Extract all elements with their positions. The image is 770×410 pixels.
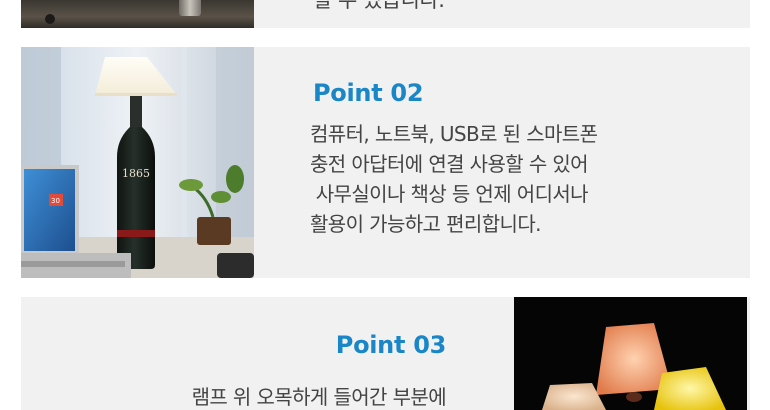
feature-02-description: 컴퓨터, 노트북, USB로 된 스마트폰 충전 아답터에 연결 사용할 수 있… bbox=[310, 119, 730, 239]
feature-02-line: 사무실이나 책상 등 언제 어디서나 bbox=[310, 182, 589, 206]
feature-section-01: 할 수 있습니다. bbox=[21, 0, 750, 28]
feature-02-line: 컴퓨터, 노트북, USB로 된 스마트폰 bbox=[310, 122, 598, 146]
product-photo-01 bbox=[21, 0, 254, 28]
feature-section-03: Point 03 램프 위 오목하게 들어간 부분에 bbox=[21, 297, 750, 410]
feature-03-title: Point 03 bbox=[335, 331, 447, 359]
bottle-lamp-desk-illustration: 1865 bbox=[21, 47, 254, 278]
product-photo-03 bbox=[514, 297, 747, 410]
feature-01-description: 할 수 있습니다. bbox=[313, 0, 445, 12]
feature-02-line: 충전 아답터에 연결 사용할 수 있어 bbox=[310, 152, 589, 176]
colored-lamp-shades-illustration bbox=[514, 297, 747, 410]
feature-02-line: 활용이 가능하고 편리합니다. bbox=[310, 212, 541, 236]
product-detail-page: 할 수 있습니다. 1865 30 Point 02 컴퓨터, 노트북, USB… bbox=[0, 0, 770, 410]
bottle-label-text: 1865 bbox=[122, 167, 150, 180]
photo-detail bbox=[45, 14, 55, 24]
feature-03-description: 램프 위 오목하게 들어간 부분에 bbox=[191, 385, 447, 409]
product-photo-02: 1865 30 bbox=[21, 47, 254, 278]
feature-section-02: 1865 30 Point 02 컴퓨터, 노트북, USB로 된 스마트폰 충… bbox=[21, 47, 750, 278]
lamp-stem bbox=[179, 0, 201, 16]
feature-02-title: Point 02 bbox=[313, 79, 424, 107]
calendar-day-text: 30 bbox=[51, 197, 60, 205]
